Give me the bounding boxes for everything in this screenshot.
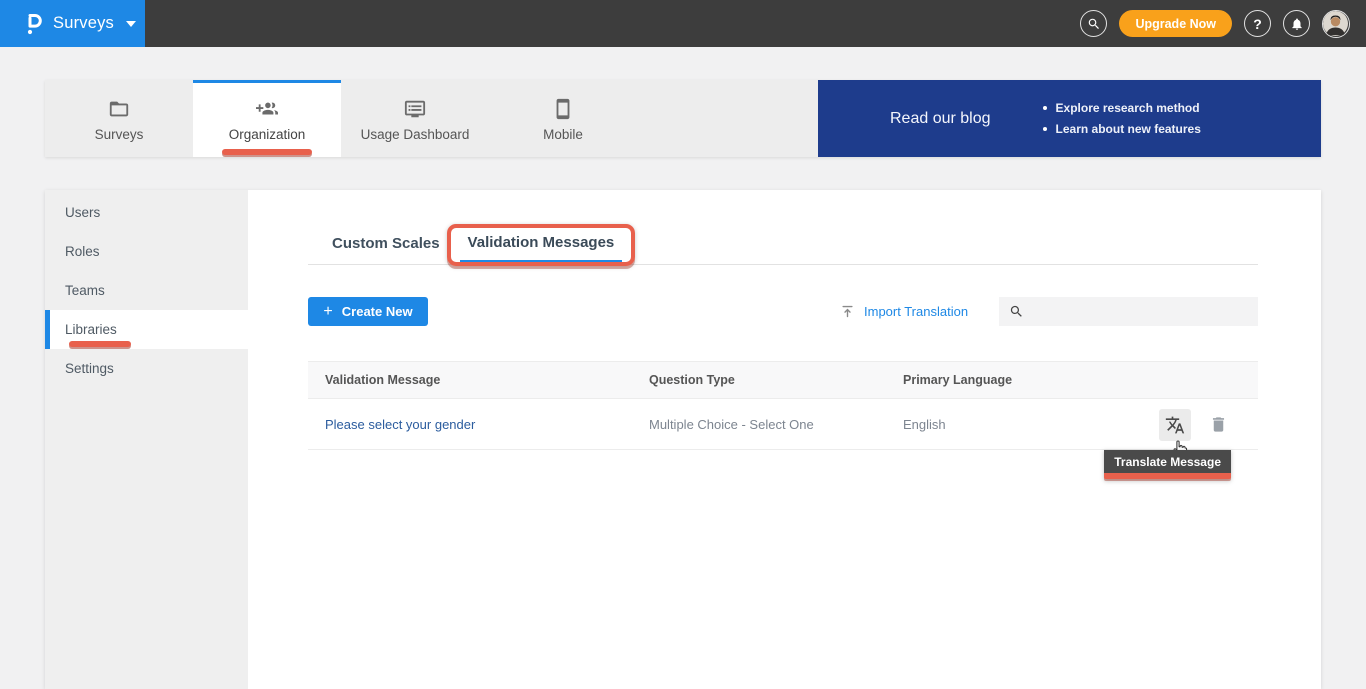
import-translation-link[interactable]: Import Translation — [840, 297, 968, 326]
library-subtabs: Custom Scales Validation Messages — [308, 232, 1258, 265]
column-header-validation-message: Validation Message — [308, 373, 649, 387]
folder-icon — [108, 98, 130, 120]
tab-custom-scales[interactable]: Custom Scales — [332, 235, 440, 264]
bullet-dot-icon — [1043, 106, 1047, 110]
annotation-underline-libraries — [69, 341, 131, 347]
tooltip-text: Translate Message — [1104, 450, 1231, 473]
tab-organization[interactable]: Organization — [193, 80, 341, 157]
user-avatar[interactable] — [1322, 10, 1350, 38]
banner-title: Read our blog — [890, 110, 991, 128]
translate-icon — [1165, 415, 1185, 435]
table-search — [999, 297, 1258, 326]
organization-sidebar: Users Roles Teams Libraries Settings — [45, 190, 248, 689]
tab-label: Surveys — [95, 127, 144, 142]
banner-bullet: Explore research method — [1043, 101, 1201, 115]
validation-messages-table: Validation Message Question Type Primary… — [308, 361, 1258, 450]
search-input[interactable] — [1024, 297, 1258, 326]
column-header-primary-language: Primary Language — [903, 373, 1258, 387]
libraries-content: Custom Scales Validation Messages + Crea… — [248, 190, 1321, 689]
tab-label: Usage Dashboard — [361, 127, 470, 142]
main-panel: Users Roles Teams Libraries Settings Cus… — [45, 190, 1321, 689]
product-switcher[interactable]: Surveys — [0, 0, 145, 47]
sidebar-item-label: Roles — [65, 244, 100, 259]
table-header-row: Validation Message Question Type Primary… — [308, 361, 1258, 399]
tab-label: Validation Messages — [468, 234, 615, 251]
sidebar-item-users[interactable]: Users — [45, 193, 248, 232]
blog-banner[interactable]: Read our blog Explore research method Le… — [818, 80, 1321, 157]
upload-icon — [840, 304, 855, 319]
questionpro-logo-icon — [23, 11, 43, 36]
topbar-actions: Upgrade Now ? — [1080, 0, 1350, 47]
question-type-cell: Multiple Choice - Select One — [649, 417, 903, 432]
chevron-down-icon — [126, 21, 136, 27]
module-tabstrip: Surveys Organization Usage Dashboard Mob… — [45, 80, 1321, 157]
tab-surveys[interactable]: Surveys — [45, 80, 193, 157]
question-mark-icon: ? — [1253, 16, 1262, 32]
upgrade-now-button[interactable]: Upgrade Now — [1119, 10, 1232, 37]
delete-button[interactable] — [1209, 415, 1228, 434]
sidebar-item-teams[interactable]: Teams — [45, 271, 248, 310]
module-tabs: Surveys Organization Usage Dashboard Mob… — [45, 80, 818, 157]
notifications-button[interactable] — [1283, 10, 1310, 37]
plus-icon: + — [323, 303, 332, 321]
search-icon — [1087, 17, 1101, 31]
banner-bullet: Learn about new features — [1043, 122, 1201, 136]
sidebar-item-libraries[interactable]: Libraries — [45, 310, 248, 349]
tooltip-translate-message: Translate Message — [1104, 450, 1231, 479]
mobile-icon — [552, 98, 574, 120]
search-icon — [1009, 304, 1024, 319]
sidebar-item-label: Users — [65, 205, 100, 220]
bullet-dot-icon — [1043, 127, 1047, 131]
tab-usage-dashboard[interactable]: Usage Dashboard — [341, 80, 489, 157]
column-header-question-type: Question Type — [649, 373, 903, 387]
tab-validation-messages[interactable]: Validation Messages — [460, 234, 623, 264]
group-add-icon — [256, 98, 278, 120]
annotation-underline-tooltip — [1104, 473, 1231, 479]
product-name: Surveys — [53, 14, 114, 33]
sidebar-item-settings[interactable]: Settings — [45, 349, 248, 388]
import-translation-label: Import Translation — [864, 304, 968, 319]
annotation-underline-organization — [222, 149, 312, 155]
create-new-button[interactable]: + Create New — [308, 297, 428, 326]
help-button[interactable]: ? — [1244, 10, 1271, 37]
dashboard-icon — [404, 98, 426, 120]
topbar: Surveys Upgrade Now ? — [0, 0, 1366, 47]
sidebar-item-roles[interactable]: Roles — [45, 232, 248, 271]
sidebar-item-label: Settings — [65, 361, 114, 376]
sidebar-item-label: Libraries — [65, 322, 117, 337]
sidebar-item-label: Teams — [65, 283, 105, 298]
banner-bullet-list: Explore research method Learn about new … — [1043, 101, 1201, 136]
toolbar: + Create New Import Translation — [308, 297, 1258, 326]
search-button[interactable] — [1080, 10, 1107, 37]
tab-mobile[interactable]: Mobile — [489, 80, 637, 157]
trash-icon — [1209, 415, 1228, 434]
banner-bullet-text: Explore research method — [1056, 101, 1200, 115]
table-row: Please select your gender Multiple Choic… — [308, 399, 1258, 450]
banner-bullet-text: Learn about new features — [1056, 122, 1201, 136]
validation-message-link[interactable]: Please select your gender — [325, 417, 475, 432]
create-new-label: Create New — [342, 304, 413, 319]
tab-label: Organization — [229, 127, 306, 142]
tab-label: Mobile — [543, 127, 583, 142]
bell-icon — [1290, 17, 1304, 31]
avatar-photo — [1323, 11, 1348, 36]
